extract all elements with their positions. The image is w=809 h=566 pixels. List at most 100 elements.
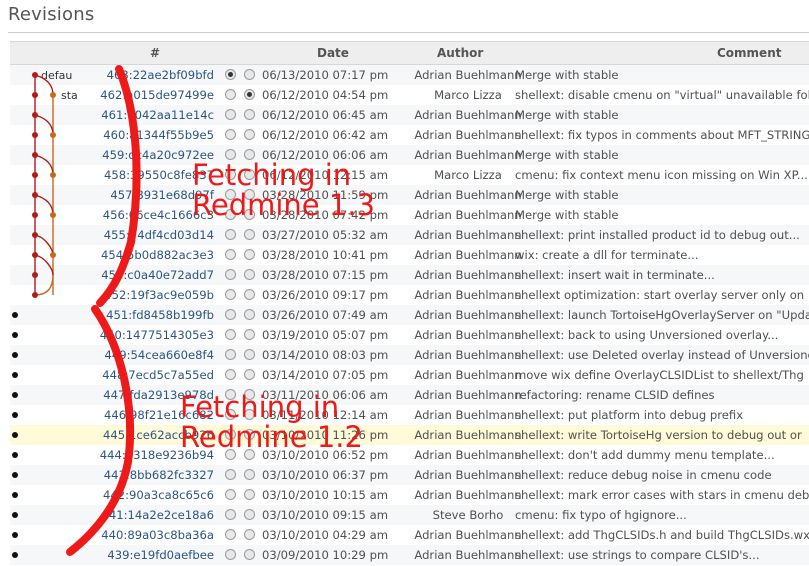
compare-from-radio[interactable] <box>225 549 236 560</box>
revision-link[interactable]: 454:5b0d882ac3e3 <box>90 248 214 262</box>
compare-from-radio[interactable] <box>225 489 236 500</box>
compare-to-radio[interactable] <box>244 89 255 100</box>
revision-link[interactable]: 455:74df4cd03d14 <box>90 228 214 242</box>
table-row: 451:fd8458b199fb 03/26/2010 07:49 am Adria… <box>10 305 809 325</box>
graph-node <box>32 132 38 138</box>
annotation-line: Fetching in <box>192 158 352 192</box>
graph-node <box>50 212 56 218</box>
revision-link[interactable]: 441:14a2e2ce18a6 <box>90 508 214 522</box>
graph-node <box>50 252 56 258</box>
graph-node <box>12 432 18 438</box>
title-divider <box>8 32 809 33</box>
compare-from-radio[interactable] <box>225 249 236 260</box>
revision-comment: Merge with stable <box>515 208 619 222</box>
revision-comment: shellext: fix typos in comments about MF… <box>515 128 809 142</box>
compare-from-radio[interactable] <box>225 269 236 280</box>
column-header-comment[interactable]: Comment <box>717 46 781 60</box>
revision-link[interactable]: 452:19f3ac9e059b <box>90 288 214 302</box>
compare-from-radio[interactable] <box>225 109 236 120</box>
graph-node <box>32 192 38 198</box>
revision-link[interactable]: 461:7042aa11e14c <box>90 108 214 122</box>
graph-node <box>32 292 38 298</box>
compare-to-radio[interactable] <box>244 549 255 560</box>
compare-from-radio[interactable] <box>225 529 236 540</box>
table-row: 439:e19fd0aefbee 03/09/2010 10:29 pm Adria… <box>10 545 809 565</box>
compare-from-radio[interactable] <box>225 469 236 480</box>
revision-comment: shellext: don't add dummy menu template.… <box>515 448 775 462</box>
revision-date: 03/27/2010 05:32 am <box>262 228 389 242</box>
graph-node <box>50 92 56 98</box>
compare-to-radio[interactable] <box>244 269 255 280</box>
revision-link[interactable]: 453:c0a40e72add7 <box>90 268 214 282</box>
compare-from-radio[interactable] <box>225 229 236 240</box>
graph-node <box>50 132 56 138</box>
revision-link[interactable]: 450:1477514305e3 <box>90 328 214 342</box>
revision-link[interactable]: 460:a1344f55b9e5 <box>90 128 214 142</box>
table-row: 463:22ae2bf09bfd 06/13/2010 07:17 pm Adria… <box>10 65 809 85</box>
compare-from-radio[interactable] <box>225 329 236 340</box>
graph-node <box>32 272 38 278</box>
revision-link[interactable]: 449:54cea660e8f4 <box>90 348 215 362</box>
revision-date: 06/12/2010 06:42 am <box>262 128 389 142</box>
table-row: 446:98f21e16c682 03/11/2010 12:14 am Adria… <box>10 405 809 425</box>
compare-from-radio[interactable] <box>225 69 236 80</box>
compare-to-radio[interactable] <box>244 309 255 320</box>
graph-node <box>12 532 18 538</box>
compare-from-radio[interactable] <box>225 129 236 140</box>
column-header-date[interactable]: Date <box>317 46 349 60</box>
revision-link[interactable]: 448:7ecd5c7a55ed <box>90 368 214 382</box>
table-row: 455:74df4cd03d14 03/27/2010 05:32 am Adria… <box>10 225 809 245</box>
revision-date: 06/12/2010 06:45 am <box>262 108 389 122</box>
column-header-author[interactable]: Author <box>437 46 483 60</box>
revision-comment: move wix define OverlayCLSIDList to shel… <box>515 368 804 382</box>
revision-link[interactable]: 439:e19fd0aefbee <box>90 548 214 562</box>
revision-comment: shellext: print installed product id to … <box>515 228 800 242</box>
revision-comment: shellext: mark error cases with stars in… <box>515 488 809 502</box>
revision-comment: shellext: back to using Unversioned over… <box>515 328 779 342</box>
compare-to-radio[interactable] <box>244 489 255 500</box>
revision-link[interactable]: 451:fd8458b199fb <box>90 308 214 322</box>
table-header: # Date Author Comment <box>10 41 809 65</box>
compare-to-radio[interactable] <box>244 349 255 360</box>
revision-link[interactable]: 443:8bb682fc3327 <box>90 468 214 482</box>
compare-from-radio[interactable] <box>225 89 236 100</box>
table-row: 448:7ecd5c7a55ed 03/14/2010 07:05 pm Adria… <box>10 365 809 385</box>
compare-to-radio[interactable] <box>244 249 255 260</box>
compare-to-radio[interactable] <box>244 329 255 340</box>
compare-to-radio[interactable] <box>244 509 255 520</box>
revision-link[interactable]: 440:89a03c8ba36a <box>90 528 214 542</box>
table-row: 453:c0a40e72add7 03/28/2010 07:15 pm Adria… <box>10 265 809 285</box>
revision-date: 03/14/2010 07:05 pm <box>262 368 389 382</box>
revision-comment: shellext: disable cmenu on "virtual" una… <box>515 88 809 102</box>
graph-node <box>12 412 18 418</box>
compare-to-radio[interactable] <box>244 109 255 120</box>
compare-to-radio[interactable] <box>244 229 255 240</box>
table-row: 461:7042aa11e14c 06/12/2010 06:45 am Adria… <box>10 105 809 125</box>
revision-date: 03/28/2010 07:15 pm <box>262 268 389 282</box>
compare-from-radio[interactable] <box>225 509 236 520</box>
compare-to-radio[interactable] <box>244 469 255 480</box>
compare-from-radio[interactable] <box>225 349 236 360</box>
compare-to-radio[interactable] <box>244 369 255 380</box>
compare-from-radio[interactable] <box>225 289 236 300</box>
revision-graph: defau sta <box>12 69 78 558</box>
compare-from-radio[interactable] <box>225 369 236 380</box>
revision-link[interactable]: 442:90a3ca8c65c6 <box>90 488 214 502</box>
revision-link[interactable]: 462:a015de97499e <box>90 88 214 102</box>
annotation-line: Fetching in <box>180 390 340 424</box>
graph-node <box>12 452 18 458</box>
graph-merge-line <box>34 114 54 136</box>
revision-comment: shellext: insert wait in terminate... <box>515 268 715 282</box>
compare-from-radio[interactable] <box>225 309 236 320</box>
column-header-number[interactable]: # <box>150 46 160 60</box>
graph-node <box>12 332 18 338</box>
revision-link[interactable]: 463:22ae2bf09bfd <box>90 68 214 82</box>
compare-to-radio[interactable] <box>244 129 255 140</box>
compare-to-radio[interactable] <box>244 69 255 80</box>
table-row: 462:a015de97499e 06/12/2010 04:54 pm Marco… <box>10 85 809 105</box>
compare-to-radio[interactable] <box>244 289 255 300</box>
revision-comment: shellext: add ThgCLSIDs.h and build ThgC… <box>515 528 809 542</box>
revision-date: 03/10/2010 09:15 am <box>262 508 389 522</box>
compare-to-radio[interactable] <box>244 529 255 540</box>
table-row: 452:19f3ac9e059b 03/26/2010 09:17 pm Adria… <box>10 285 809 305</box>
